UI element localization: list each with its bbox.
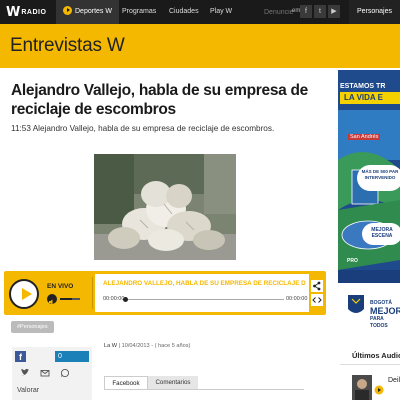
personajes-tag[interactable]: #Personajes <box>11 321 54 333</box>
ad-location-label: San Andrés <box>348 134 381 140</box>
play-audio-icon[interactable] <box>374 385 384 395</box>
volume-icon[interactable] <box>47 294 57 305</box>
volume-level <box>60 298 72 300</box>
bogota-logo: BOGOTÁ MEJOR PARA TODOS <box>370 300 400 330</box>
volume-slider[interactable] <box>60 298 80 300</box>
wradio-logo[interactable]: W RADIO <box>6 4 46 20</box>
share-email-icon[interactable] <box>40 368 50 378</box>
share-icon[interactable] <box>311 280 323 292</box>
personajes-button[interactable]: Personajes <box>349 0 400 24</box>
nav-item-ciudades[interactable]: Ciudades <box>162 0 206 24</box>
facebook-icon[interactable]: f <box>300 5 312 18</box>
logo-word: RADIO <box>21 8 47 16</box>
bogota-brand-bottom: PARA TODOS <box>370 316 388 329</box>
audio-thumbnail[interactable] <box>352 375 372 400</box>
time-total: 00:00:00 <box>286 296 308 302</box>
youtube-icon[interactable]: ▶ <box>328 5 340 18</box>
nav-item-deportes-w[interactable]: Deportes W <box>56 0 119 24</box>
rating-label: Valorar <box>17 387 40 394</box>
share-whatsapp-icon[interactable] <box>60 368 70 378</box>
ad-subheadline: LA VIDA E <box>340 92 400 104</box>
tab-facebook[interactable]: Facebook <box>104 376 148 390</box>
player-divider <box>92 277 93 309</box>
facebook-like-count: 0 <box>55 351 89 362</box>
nav-item-programas[interactable]: Programas <box>115 0 163 24</box>
ultimos-audio-item[interactable]: Deil la F <box>388 375 400 386</box>
share-twitter-icon[interactable] <box>20 368 30 378</box>
article-date: 10/04/2013 - ( hace 5 años) <box>121 343 191 349</box>
time-current: 00:00:00 <box>103 296 125 302</box>
article-source[interactable]: La W <box>104 343 117 349</box>
ad-bubble-parks: MÁS DE 500 PAR INTERVENIDO <box>357 165 400 191</box>
tabs-divider <box>104 389 304 390</box>
article-photo <box>94 154 236 260</box>
tab-comentarios[interactable]: Comentarios <box>148 376 198 390</box>
live-label: EN VIVO <box>47 283 74 290</box>
rubble-bags-image <box>94 154 236 260</box>
play-icon <box>63 5 72 15</box>
twitter-icon[interactable]: t <box>314 5 326 18</box>
facebook-logo-icon[interactable]: f <box>15 351 26 362</box>
article-summary: 11:53 Alejandro Vallejo, habla de su emp… <box>11 124 275 133</box>
play-button[interactable] <box>9 279 39 309</box>
nav-label: Deportes W <box>75 8 112 15</box>
section-title: Entrevistas W <box>10 35 125 56</box>
bogota-seal-icon <box>348 295 364 313</box>
bogota-brand-mid: MEJOR <box>370 306 400 316</box>
ultimos-divider <box>340 364 400 365</box>
logo-mark: W <box>6 4 20 20</box>
track-title: ALEJANDRO VALLEJO, HABLA DE SU EMPRESA D… <box>103 280 306 287</box>
article-headline: Alejandro Vallejo, habla de su empresa d… <box>11 82 308 118</box>
ad-bubble-mejora: MEJORA ESCENA <box>362 223 400 245</box>
article-meta: La W | 10/04/2013 - ( hace 5 años) <box>104 343 190 349</box>
progress-handle[interactable] <box>123 297 128 302</box>
nav-item-play-w[interactable]: Play W <box>203 0 239 24</box>
ultimos-audios-heading: Últimos Audio <box>352 351 400 360</box>
ad-headline: ESTAMOS TR <box>340 83 386 90</box>
ad-pro-label: PRO <box>347 258 358 264</box>
progress-bar[interactable] <box>124 299 284 300</box>
embed-code-icon[interactable] <box>311 294 323 306</box>
